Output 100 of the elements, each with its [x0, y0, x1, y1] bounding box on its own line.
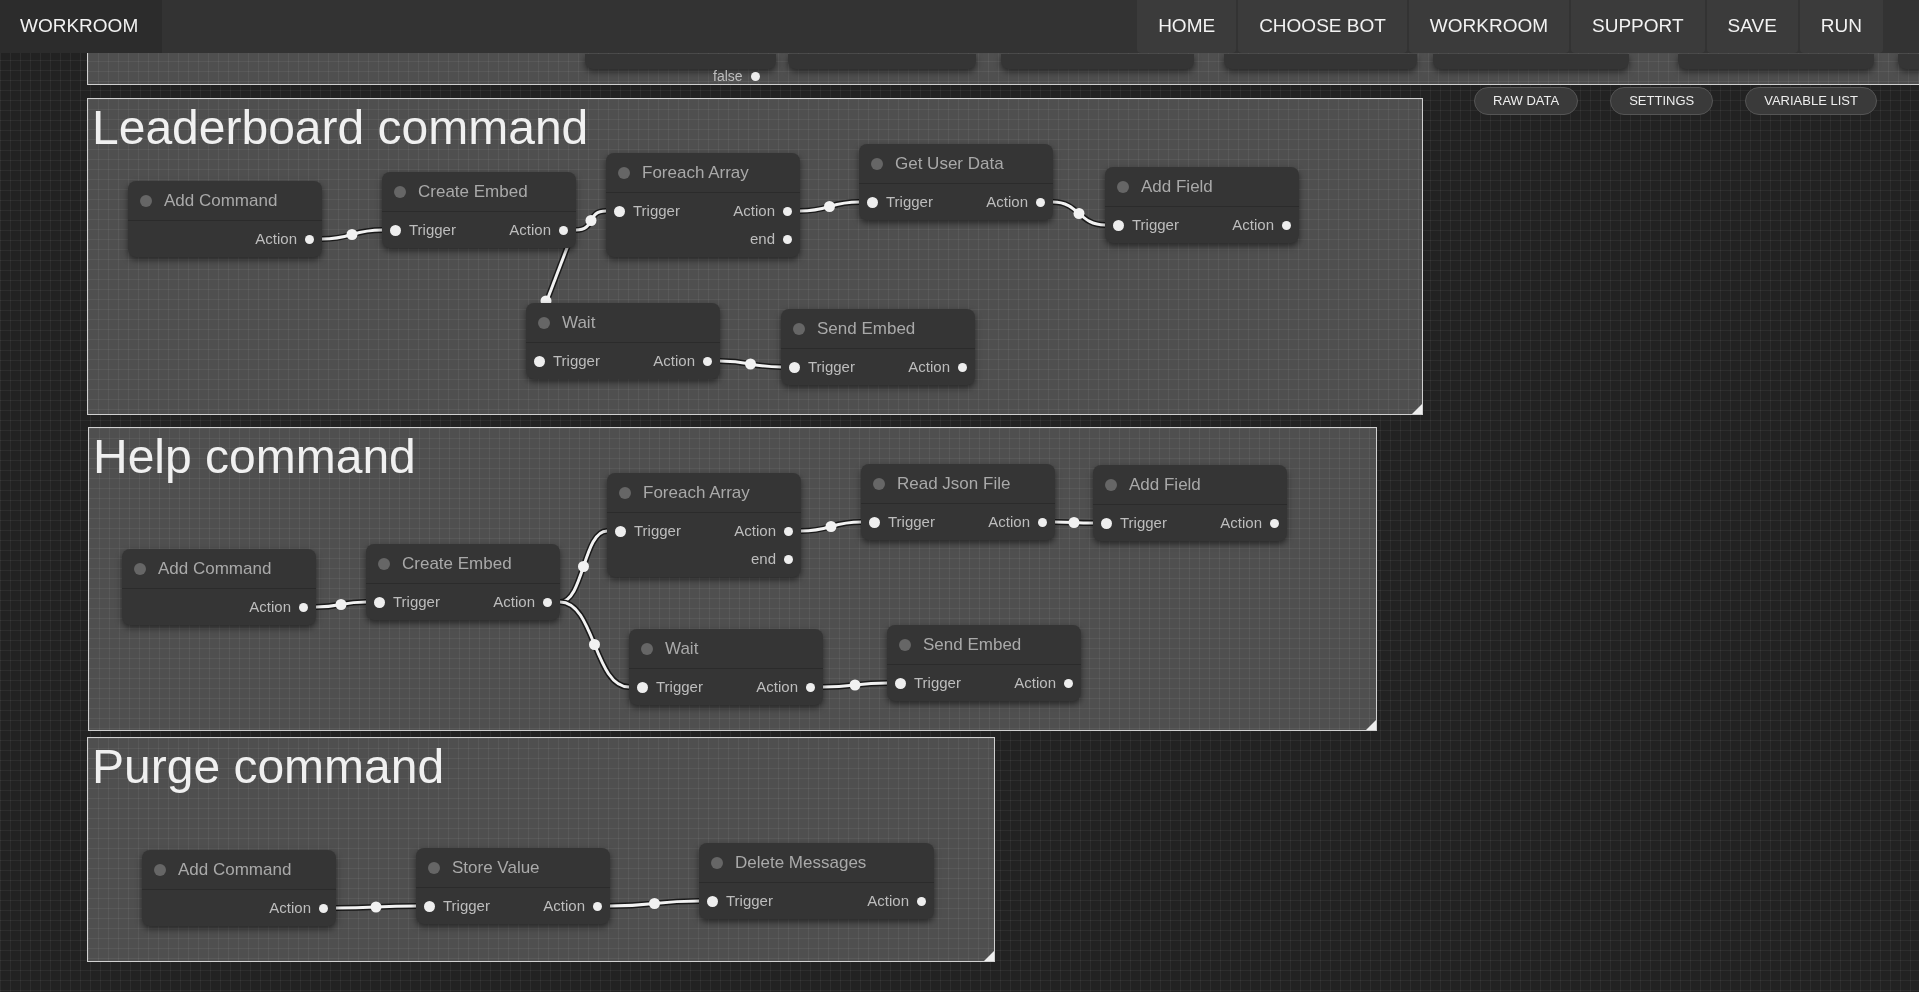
nav-button[interactable]: WORKROOM [1408, 0, 1570, 53]
slot-label: Trigger [553, 350, 600, 371]
slot-label: Action [756, 676, 798, 697]
output-slot-icon[interactable] [1270, 518, 1279, 528]
slot-label: false [713, 69, 743, 83]
node-card[interactable] [1678, 54, 1874, 69]
toolbar-button[interactable]: SETTINGS [1610, 87, 1714, 115]
node-card[interactable]: Create Embed Trigger Action [382, 172, 576, 248]
input-slot-icon[interactable] [374, 596, 385, 608]
slot-label: Action [1232, 214, 1274, 235]
output-slot-icon[interactable] [305, 234, 314, 244]
toolbar-button[interactable]: VARIABLE LIST [1745, 87, 1877, 115]
node-title: Add Field [1129, 473, 1201, 496]
input-slot-icon[interactable] [869, 516, 880, 528]
slot-label: Trigger [914, 672, 961, 693]
output-slot-icon[interactable] [750, 71, 760, 81]
input-slot-icon[interactable] [615, 525, 626, 537]
slot-label: Trigger [393, 591, 440, 612]
slot-label: Trigger [1132, 214, 1179, 235]
output-slot-icon[interactable] [1036, 197, 1045, 207]
slot-label: Action [733, 200, 775, 221]
node-card[interactable]: Add Field Trigger Action [1093, 465, 1287, 541]
slot-label: Action [269, 897, 311, 918]
node-card[interactable]: Foreach Array Trigger Action end [607, 473, 801, 577]
output-slot-icon[interactable] [1282, 220, 1291, 230]
output-slot-icon[interactable] [543, 597, 552, 607]
input-slot-icon[interactable] [895, 677, 906, 689]
output-slot-icon[interactable] [783, 206, 792, 216]
brand-label[interactable]: WORKROOM [0, 0, 162, 53]
input-slot-icon[interactable] [390, 224, 401, 236]
output-slot-icon[interactable] [593, 901, 602, 911]
node-card[interactable]: Wait Trigger Action [629, 629, 823, 705]
node-card[interactable]: Create Embed Trigger Action [366, 544, 560, 620]
node-card[interactable]: Add Command Action [128, 181, 322, 257]
node-card[interactable]: Add Field Trigger Action [1105, 167, 1299, 243]
slot-label: Action [1014, 672, 1056, 693]
resize-handle-icon[interactable] [1412, 404, 1422, 414]
nav-button[interactable]: HOME [1137, 0, 1237, 53]
node-card[interactable] [1433, 54, 1629, 69]
slot-label: Action [653, 350, 695, 371]
output-slot-icon[interactable] [319, 903, 328, 913]
output-slot-icon[interactable] [703, 356, 712, 366]
link-wire [575, 208, 607, 233]
node-card[interactable] [1001, 54, 1194, 69]
input-slot-icon[interactable] [789, 361, 800, 373]
output-slot-icon[interactable] [1038, 517, 1047, 527]
node-card[interactable]: Wait Trigger Action [526, 303, 720, 379]
output-slot-icon[interactable] [1064, 678, 1073, 688]
input-slot-icon[interactable] [1113, 219, 1124, 231]
node-card[interactable]: Delete Messages Trigger Action [699, 843, 934, 919]
input-slot-icon[interactable] [534, 355, 545, 367]
input-slot-icon[interactable] [637, 681, 648, 693]
node-card[interactable] [1224, 54, 1417, 69]
node-card[interactable]: Send Embed Trigger Action [781, 309, 975, 385]
input-slot-icon[interactable] [867, 196, 878, 208]
slot-label: Action [908, 356, 950, 377]
node-card[interactable]: Store Value Trigger Action [416, 848, 610, 924]
toolbar-button[interactable]: RAW DATA [1474, 87, 1579, 115]
node-card[interactable]: Read Json File Trigger Action [861, 464, 1055, 540]
input-slot-icon[interactable] [707, 895, 718, 907]
slot-label: Action [734, 520, 776, 541]
node-card[interactable]: Get User Data Trigger Action [859, 144, 1053, 220]
nav-button[interactable]: SUPPORT [1571, 0, 1705, 53]
output-slot-icon[interactable] [784, 526, 793, 536]
output-slot-icon[interactable] [559, 225, 568, 235]
nav-button[interactable]: SAVE [1706, 0, 1798, 53]
output-slot-icon[interactable] [917, 896, 926, 906]
node-title: Create Embed [402, 552, 512, 575]
resize-handle-icon[interactable] [984, 951, 994, 961]
node-title: Create Embed [418, 180, 528, 203]
output-slot-icon[interactable] [784, 554, 793, 564]
input-slot-icon[interactable] [1101, 517, 1112, 529]
output-slot-icon[interactable] [958, 362, 967, 372]
node-card[interactable] [788, 54, 976, 69]
slot-label: Action [509, 219, 551, 240]
node-title: Delete Messages [735, 851, 867, 874]
nav-button[interactable]: RUN [1799, 0, 1883, 53]
link-wire [1055, 517, 1093, 528]
slot-label: Action [255, 228, 297, 249]
node-title: Add Command [158, 557, 272, 580]
input-slot-icon[interactable] [424, 900, 435, 912]
slot-label: Action [986, 191, 1028, 212]
slot-label: Trigger [633, 200, 680, 221]
node-card[interactable] [585, 54, 776, 69]
input-slot-icon[interactable] [614, 205, 625, 217]
node-card[interactable]: Add Command Action [142, 850, 336, 926]
group-title: Leaderboard command [92, 100, 589, 156]
link-wire [799, 199, 860, 214]
nav-button[interactable]: CHOOSE BOT [1238, 0, 1407, 53]
output-slot-icon[interactable] [806, 682, 815, 692]
node-card[interactable]: Foreach Array Trigger Action end [606, 153, 800, 257]
node-card[interactable]: Send Embed Trigger Action [887, 625, 1081, 701]
slot-label: Trigger [1120, 512, 1167, 533]
resize-handle-icon[interactable] [1366, 720, 1376, 730]
node-title: Add Field [1141, 175, 1213, 198]
slot-label: Action [493, 591, 535, 612]
slot-label: end [750, 548, 776, 569]
output-slot-icon[interactable] [299, 602, 308, 612]
output-slot-icon[interactable] [783, 234, 792, 244]
node-card[interactable]: Add Command Action [122, 549, 316, 625]
